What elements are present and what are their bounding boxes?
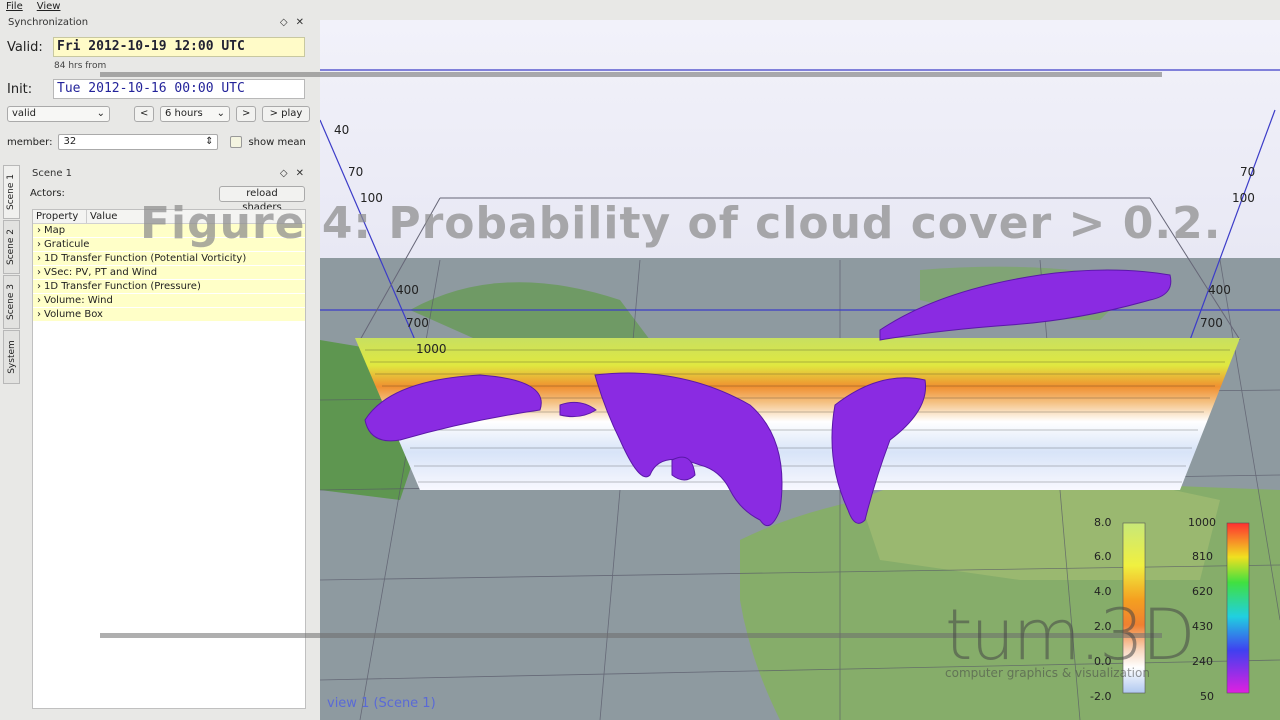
mode-select[interactable]: valid ⌄ [7,106,110,122]
scene-title: Scene 1 [32,167,73,179]
menu-file[interactable]: File [6,0,23,13]
mode-select-value: valid [12,108,36,119]
axis-tick-label: 810 [1192,550,1213,563]
menu-view[interactable]: View [37,0,61,13]
expand-arrow-icon[interactable]: › [37,252,41,265]
axis-tick-label: 620 [1192,585,1213,598]
step-select[interactable]: 6 hours ⌄ [160,106,230,122]
actor-item-label: Volume Box [44,309,103,320]
axis-tick-label: 40 [334,123,349,137]
axis-tick-label: 50 [1200,690,1214,703]
scene-tabs: Scene 1 Scene 2 Scene 3 System [3,165,21,385]
actor-item-label: Map [44,225,66,236]
tab-scene-3[interactable]: Scene 3 [3,275,20,329]
expand-arrow-icon[interactable]: › [37,280,41,293]
sync-title: Synchronization [8,16,89,28]
close-icon[interactable]: ✕ [296,17,304,28]
axis-tick-label: 400 [1208,283,1231,297]
actor-item[interactable]: › VSec: PV, PT and Wind [33,266,305,280]
tab-label: Scene 3 [6,283,17,321]
axis-tick-label: 100 [1232,191,1255,205]
axis-tick-label: 700 [1200,316,1223,330]
overlay-strip-top [100,72,1162,77]
axis-tick-label: 1000 [416,342,447,356]
actor-item-label: Graticule [44,239,90,250]
spin-icon: ⇕ [205,136,214,147]
show-mean-checkbox[interactable] [230,136,243,148]
actor-item[interactable]: › Volume Box [33,308,305,322]
float-icon[interactable]: ◇ [280,168,288,179]
axis-tick-label: 400 [396,283,419,297]
member-value: 32 [63,136,77,147]
axis-tick-label: 8.0 [1094,516,1112,529]
axis-tick-label: 70 [1240,165,1255,179]
actor-item-label: 1D Transfer Function (Pressure) [44,281,201,292]
actors-label: Actors: [30,188,65,199]
col-value[interactable]: Value [87,210,117,223]
scene-dock-title: Scene 1 ◇ ✕ [24,164,312,182]
actor-item[interactable]: › 1D Transfer Function (Potential Vortici… [33,252,305,266]
show-mean-label: show mean [248,136,306,148]
expand-arrow-icon[interactable]: › [37,238,41,251]
expand-arrow-icon[interactable]: › [37,224,41,237]
member-label: member: [7,136,53,148]
chevron-down-icon: ⌄ [96,108,105,119]
axis-tick-label: 700 [406,316,429,330]
valid-time-field[interactable]: Fri 2012-10-19 12:00 UTC [53,37,305,57]
expand-arrow-icon[interactable]: › [37,308,41,321]
actor-item-label: 1D Transfer Function (Potential Vorticit… [44,253,247,264]
tab-label: Scene 1 [6,173,17,211]
left-dock: Synchronization ◇ ✕ Valid: Fri 2012-10-19… [0,13,320,720]
tab-scene-2[interactable]: Scene 2 [3,220,20,274]
hrs-from-label: 84 hrs from [54,61,107,71]
actor-item-label: Volume: Wind [44,295,113,306]
float-icon[interactable]: ◇ [280,17,288,28]
axis-tick-label: -2.0 [1090,690,1111,703]
tab-system[interactable]: System [3,330,20,384]
init-label: Init: [7,81,33,97]
tab-label: System [6,340,17,374]
expand-arrow-icon[interactable]: › [37,266,41,279]
axis-tick-label: 240 [1192,655,1213,668]
sync-dock-title: Synchronization ◇ ✕ [0,13,312,31]
step-select-value: 6 hours [165,108,203,119]
tab-scene-1[interactable]: Scene 1 [3,165,20,219]
axis-tick-label: 430 [1192,620,1213,633]
axis-tick-label: 70 [348,165,363,179]
axis-tick-label: 1000 [1188,516,1216,529]
play-button[interactable]: > play [262,106,310,122]
menubar: File View [0,0,320,13]
figure-caption: Figure 4: Probability of cloud cover > 0… [140,198,1222,249]
axis-tick-label: 6.0 [1094,550,1112,563]
tum3d-logo: tum.3D computer graphics & visualization [945,594,1196,680]
actor-item[interactable]: › Volume: Wind [33,294,305,308]
next-step-button[interactable]: > [236,106,256,122]
actor-item-label: VSec: PV, PT and Wind [44,267,158,278]
view-label: view 1 (Scene 1) [327,696,436,711]
chevron-down-icon: ⌄ [216,108,225,119]
expand-arrow-icon[interactable]: › [37,294,41,307]
member-spinbox[interactable]: 32 ⇕ [58,134,219,150]
init-time-field[interactable]: Tue 2012-10-16 00:00 UTC [53,79,305,99]
valid-label: Valid: [7,39,43,55]
prev-step-button[interactable]: < [134,106,154,122]
tab-label: Scene 2 [6,228,17,266]
col-property[interactable]: Property [33,210,87,223]
close-icon[interactable]: ✕ [296,168,304,179]
logo-text: tum.3D [945,594,1196,676]
actor-item[interactable]: › 1D Transfer Function (Pressure) [33,280,305,294]
